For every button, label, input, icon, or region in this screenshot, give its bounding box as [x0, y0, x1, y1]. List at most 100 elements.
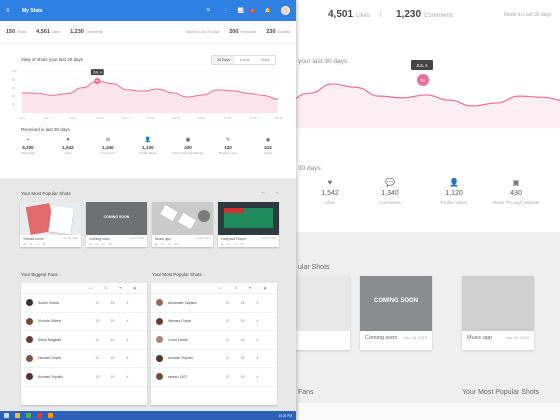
- bg-card-1: COMING SOON Coming soon July 28, 2015: [360, 276, 432, 350]
- x-tick-label: Jul 28: [249, 116, 257, 120]
- bg-popular-title: ular Shots: [298, 264, 330, 271]
- heart-col-icon: ♥: [119, 286, 122, 290]
- bg-chart: 76 JUL 4: [296, 60, 560, 129]
- x-tick-label: Jul 7: [70, 116, 76, 120]
- bg-made: Made in Last 30 days: [504, 12, 552, 18]
- arrow-left-icon[interactable]: ←: [261, 189, 266, 195]
- shots-icon: ▪: [27, 137, 29, 143]
- person-icon: 👤: [449, 178, 459, 187]
- pin-icon: ✎: [225, 137, 231, 143]
- menu-icon[interactable]: ≡: [6, 8, 14, 14]
- clock: 10:02 PM: [278, 413, 292, 418]
- bg-card-2: Music app July 28, 2015: [462, 276, 534, 350]
- browser-icon[interactable]: [26, 413, 31, 418]
- avatar: [156, 336, 163, 344]
- more-icon[interactable]: ⋮: [223, 8, 228, 14]
- avatar: [26, 299, 33, 307]
- stat-likes: ♥ 1,542 Likes: [49, 137, 87, 155]
- shots-table: ▭ ↻ ♥ ◉ Alexander Zaytsev 12 15 4 Hemant Gupta…: [151, 283, 277, 405]
- summary-row: 150 Shots 4,501 Likes 1,230 Comments Made i…: [0, 21, 296, 44]
- table-row[interactable]: Avinash Tripathi 12 15 4: [21, 368, 147, 387]
- taskbar: 10:02 PM: [0, 411, 296, 420]
- summary-since: Made in Last 30 days: [185, 30, 220, 34]
- shot-card-2[interactable]: Music app July 28, 2015 ◉ 52 12 80: [152, 202, 213, 247]
- shot-card-3[interactable]: Liverpool Player July 28, 2015 ◉ 52 12 80: [218, 202, 279, 247]
- comment-icon: ✉: [105, 137, 111, 143]
- stat-profile-views: 👤 1,120 Profile Views: [129, 137, 167, 155]
- stat-shot-likes: ▪ 5,200 Shot Likes: [9, 137, 47, 155]
- shot-thumbnail: [20, 202, 81, 235]
- bg-table-top: [298, 403, 560, 420]
- views-icon: ◉: [221, 243, 224, 246]
- bg-stat-profile: 👤 1,120 Profile Views: [424, 178, 484, 205]
- views-icon: ◉: [155, 243, 158, 246]
- received-stats: ▪ 5,200 Shot Likes ♥ 1,542 Likes ✉ 1,340 Comme…: [8, 137, 288, 155]
- views-icon: ◉: [89, 243, 92, 246]
- stat-comments: ✉ 1,340 Comments: [89, 137, 127, 155]
- stats-icon[interactable]: 📈: [238, 8, 244, 14]
- app-bar: ≡ My Stats 🔍 ⋮ 📈 3 🔔: [0, 0, 296, 21]
- popular-cards: Thread home July 28, 2015 ◉ 52 12 80 COMING …: [20, 202, 279, 247]
- arrow-right-icon[interactable]: →: [274, 189, 279, 195]
- coming-soon-overlay: COMING SOON: [373, 298, 418, 304]
- avatar: [156, 317, 163, 325]
- shots-table-title: Your Most Popular Shots: [152, 272, 202, 277]
- table-row[interactable]: Lonut Zamfir 12 15 4: [151, 331, 277, 350]
- likes-col-icon: ↻: [104, 286, 108, 290]
- shot-card-0[interactable]: Thread home July 28, 2015 ◉ 52 12 80: [20, 202, 81, 247]
- notification-icon[interactable]: 🔔: [265, 8, 271, 14]
- x-tick-label: Jul 1: [19, 116, 25, 120]
- start-icon[interactable]: [4, 413, 9, 418]
- shot-card-1[interactable]: COMING SOON Coming soon July 28, 2015 ◉ 52…: [86, 202, 147, 247]
- table-row[interactable]: Alexander Zaytsev 12 15 4: [151, 294, 277, 313]
- x-tick-label: Jul 19: [173, 116, 181, 120]
- x-tick-label: Jul 22: [198, 116, 206, 120]
- heart-icon: ♥: [327, 178, 333, 187]
- table-row[interactable]: Sudhir Kumar 12 15 4: [21, 294, 147, 313]
- background-dashboard: 4,501 Likes ⌇ 1,230 Comments Made in Last …: [278, 0, 560, 420]
- x-tick-label: Jul 16: [147, 116, 155, 120]
- bg-comments: 1,230 Comments: [396, 9, 454, 20]
- views-chart: 100 80 60 40 20 Jul 1 Jul 4 Jul 7 Jul 10 Jul 13 J…: [12, 69, 283, 120]
- stat-buckets: ✎ 120 Buckets Lists: [209, 137, 247, 155]
- table-row[interactable]: Shiva Magadhi 12 15 4: [21, 331, 147, 350]
- chart-panel: View of shots your last 30 days 30 Days …: [0, 44, 296, 179]
- x-tick-label: Jul 10: [96, 116, 104, 120]
- avatar: [156, 299, 163, 307]
- table-row[interactable]: rakesh 1307 12 15 4: [151, 368, 277, 387]
- bg-peak-value: 76: [420, 78, 425, 83]
- app-icon-2[interactable]: [48, 413, 53, 418]
- comment-col-icon: ▭: [89, 286, 93, 290]
- popular-title: Your Most Popular Shots: [21, 191, 71, 196]
- avatar: [26, 354, 33, 362]
- table-row[interactable]: Victoria Gilbert 12 15 4: [21, 313, 147, 331]
- stat-website-views: ▣ 430 Views Through Website: [169, 137, 207, 155]
- avatar: [26, 373, 33, 381]
- search-icon[interactable]: 🔍: [206, 8, 212, 14]
- bg-likes-spark-icon: ⌇: [378, 12, 383, 19]
- summary-shots: 150 Shots: [6, 29, 27, 35]
- comment-icon: 💬: [385, 178, 395, 187]
- table-row[interactable]: Hemant Gupta 12 15 4: [151, 313, 277, 331]
- table-row[interactable]: Hemant Gupta 12 15 4: [21, 350, 147, 368]
- coming-soon-label: COMING SOON: [103, 215, 130, 219]
- y-tick-label: 60: [12, 86, 16, 90]
- x-tick-label: Jul 31: [275, 116, 283, 120]
- table-row[interactable]: Avinash Tripathi 12 15 4: [151, 350, 277, 368]
- y-tick-label: 80: [12, 77, 16, 81]
- y-tick-label: 20: [12, 103, 16, 107]
- notification-badge: 3: [249, 8, 255, 13]
- heart-icon: ♥: [66, 137, 70, 143]
- folder-icon[interactable]: [15, 413, 20, 418]
- avatar: [156, 354, 163, 362]
- avatar[interactable]: [281, 6, 290, 15]
- summary-comments: 1,230 Comments: [70, 29, 103, 35]
- image-icon: ▣: [512, 178, 520, 187]
- person-icon: 👤: [144, 137, 152, 143]
- app-title: My Stats: [22, 7, 43, 14]
- app-icon[interactable]: [37, 413, 42, 418]
- summary-likes: 4,501 Likes: [36, 29, 61, 35]
- x-tick-label: Jul 25: [224, 116, 232, 120]
- bg-days-label: 30 days: [298, 165, 321, 172]
- carousel-arrows: ← →: [261, 189, 279, 195]
